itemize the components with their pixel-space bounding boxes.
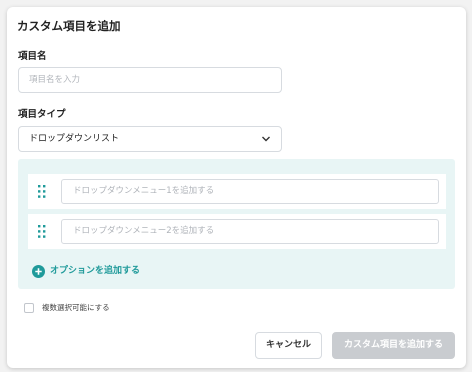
dropdown-options-panel: ドロップダウンメニュー1を追加する ドロップダウンメニュー2を追加する オプショ… <box>18 159 455 289</box>
multi-select-checkbox[interactable] <box>24 303 34 313</box>
add-option-label: オプションを追加する <box>50 266 141 276</box>
drag-handle-icon[interactable] <box>38 185 46 198</box>
dialog-title: カスタム項目を追加 <box>17 19 121 33</box>
drag-handle-icon[interactable] <box>38 225 46 238</box>
field-type-value: ドロップダウンリスト <box>29 134 120 144</box>
add-custom-field-dialog: カスタム項目を追加 項目名 項目名を入力 項目タイプ ドロップダウンリスト ドロ… <box>7 7 466 368</box>
option-row: ドロップダウンメニュー2を追加する <box>28 214 446 249</box>
option-input-2[interactable]: ドロップダウンメニュー2を追加する <box>61 219 439 244</box>
multi-select-option[interactable]: 複数選択可能にする <box>24 302 110 314</box>
field-type-label: 項目タイプ <box>18 109 66 120</box>
chevron-down-icon <box>262 136 270 142</box>
add-custom-field-button[interactable]: カスタム項目を追加する <box>332 332 455 359</box>
multi-select-label: 複数選択可能にする <box>42 303 110 312</box>
option-row: ドロップダウンメニュー1を追加する <box>28 174 446 209</box>
field-name-input[interactable]: 項目名を入力 <box>18 67 282 93</box>
add-option-button[interactable]: オプションを追加する <box>32 264 140 278</box>
cancel-button[interactable]: キャンセル <box>255 332 322 359</box>
field-name-label: 項目名 <box>18 51 47 62</box>
option-input-1[interactable]: ドロップダウンメニュー1を追加する <box>61 179 439 204</box>
field-type-select[interactable]: ドロップダウンリスト <box>18 126 282 152</box>
plus-circle-icon <box>32 264 45 278</box>
